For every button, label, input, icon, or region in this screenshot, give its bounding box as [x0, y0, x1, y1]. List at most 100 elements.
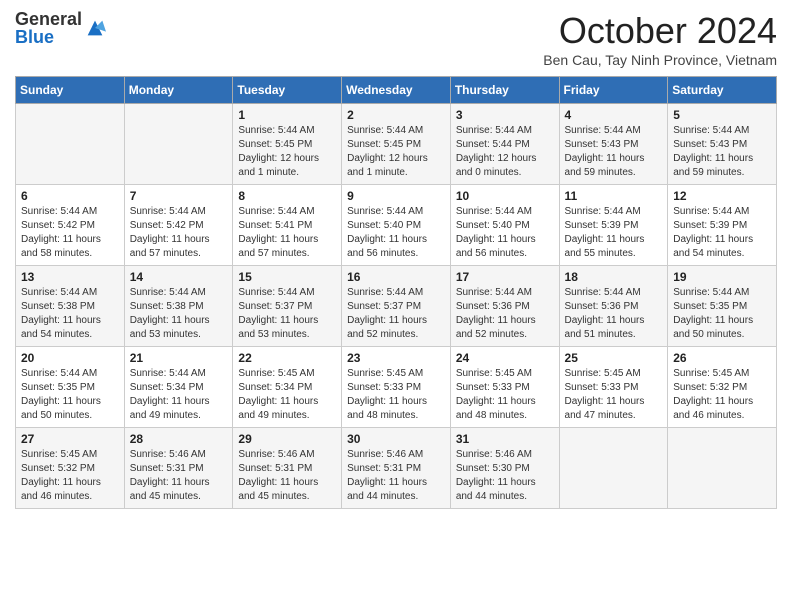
cell-content: Sunrise: 5:46 AM Sunset: 5:31 PM Dayligh… [238, 448, 336, 504]
day-number: 30 [347, 432, 445, 446]
calendar-cell: 29Sunrise: 5:46 AM Sunset: 5:31 PM Dayli… [233, 428, 342, 509]
day-number: 19 [673, 270, 771, 284]
cell-content: Sunrise: 5:44 AM Sunset: 5:43 PM Dayligh… [673, 124, 771, 180]
day-number: 31 [456, 432, 554, 446]
cell-content: Sunrise: 5:44 AM Sunset: 5:38 PM Dayligh… [130, 286, 228, 342]
calendar-cell: 22 Sunrise: 5:45 AM Sunset: 5:34 PM Dayli… [233, 347, 342, 428]
day-number: 23 [347, 351, 445, 365]
day-number: 6 [21, 189, 119, 203]
cell-content: Sunrise: 5:44 AM Sunset: 5:44 PM Dayligh… [456, 124, 554, 180]
day-number: 26 [673, 351, 771, 365]
day-number: 2 [347, 108, 445, 122]
calendar-cell: 31Sunrise: 5:46 AM Sunset: 5:30 PM Dayli… [450, 428, 559, 509]
calendar-cell: 2 Sunrise: 5:44 AM Sunset: 5:45 PM Daylig… [342, 104, 451, 185]
day-header-tuesday: Tuesday [233, 77, 342, 104]
cell-content: Sunrise: 5:44 AM Sunset: 5:37 PM Dayligh… [347, 286, 445, 342]
day-number: 17 [456, 270, 554, 284]
calendar-header-row: SundayMondayTuesdayWednesdayThursdayFrid… [16, 77, 777, 104]
calendar-cell: 30 Sunrise: 5:46 AM Sunset: 5:31 PM Dayli… [342, 428, 451, 509]
month-title: October 2024 [543, 10, 777, 52]
day-header-monday: Monday [124, 77, 233, 104]
logo-blue: Blue [15, 28, 82, 46]
day-number: 3 [456, 108, 554, 122]
day-number: 21 [130, 351, 228, 365]
cell-content: Sunrise: 5:44 AM Sunset: 5:42 PM Dayligh… [130, 205, 228, 261]
calendar-cell: 15 Sunrise: 5:44 AM Sunset: 5:37 PM Dayli… [233, 266, 342, 347]
calendar-cell: 17 Sunrise: 5:44 AM Sunset: 5:36 PM Dayli… [450, 266, 559, 347]
day-number: 18 [565, 270, 663, 284]
cell-content: Sunrise: 5:44 AM Sunset: 5:45 PM Dayligh… [347, 124, 445, 180]
cell-content: Sunrise: 5:44 AM Sunset: 5:41 PM Dayligh… [238, 205, 336, 261]
calendar-cell: 24 Sunrise: 5:45 AM Sunset: 5:33 PM Dayli… [450, 347, 559, 428]
day-number: 8 [238, 189, 336, 203]
calendar-cell [668, 428, 777, 509]
day-number: 9 [347, 189, 445, 203]
calendar-cell: 10 Sunrise: 5:44 AM Sunset: 5:40 PM Dayli… [450, 185, 559, 266]
calendar-cell: 21Sunrise: 5:44 AM Sunset: 5:34 PM Dayli… [124, 347, 233, 428]
day-number: 28 [130, 432, 228, 446]
day-number: 12 [673, 189, 771, 203]
cell-content: Sunrise: 5:44 AM Sunset: 5:37 PM Dayligh… [238, 286, 336, 342]
calendar-cell: 6 Sunrise: 5:44 AM Sunset: 5:42 PM Daylig… [16, 185, 125, 266]
cell-content: Sunrise: 5:44 AM Sunset: 5:36 PM Dayligh… [565, 286, 663, 342]
calendar-week-1: 1 Sunrise: 5:44 AM Sunset: 5:45 PM Daylig… [16, 104, 777, 185]
logo: General Blue [15, 10, 106, 46]
day-number: 20 [21, 351, 119, 365]
calendar-body: 1 Sunrise: 5:44 AM Sunset: 5:45 PM Daylig… [16, 104, 777, 509]
calendar-table: SundayMondayTuesdayWednesdayThursdayFrid… [15, 76, 777, 509]
day-number: 13 [21, 270, 119, 284]
logo-icon [84, 17, 106, 39]
cell-content: Sunrise: 5:44 AM Sunset: 5:39 PM Dayligh… [673, 205, 771, 261]
cell-content: Sunrise: 5:45 AM Sunset: 5:32 PM Dayligh… [21, 448, 119, 504]
day-number: 22 [238, 351, 336, 365]
cell-content: Sunrise: 5:46 AM Sunset: 5:31 PM Dayligh… [130, 448, 228, 504]
day-header-wednesday: Wednesday [342, 77, 451, 104]
calendar-cell: 12 Sunrise: 5:44 AM Sunset: 5:39 PM Dayli… [668, 185, 777, 266]
day-number: 5 [673, 108, 771, 122]
cell-content: Sunrise: 5:44 AM Sunset: 5:42 PM Dayligh… [21, 205, 119, 261]
day-header-thursday: Thursday [450, 77, 559, 104]
day-number: 10 [456, 189, 554, 203]
calendar-cell: 4Sunrise: 5:44 AM Sunset: 5:43 PM Daylig… [559, 104, 668, 185]
day-number: 27 [21, 432, 119, 446]
cell-content: Sunrise: 5:45 AM Sunset: 5:33 PM Dayligh… [456, 367, 554, 423]
cell-content: Sunrise: 5:45 AM Sunset: 5:34 PM Dayligh… [238, 367, 336, 423]
calendar-cell [16, 104, 125, 185]
cell-content: Sunrise: 5:45 AM Sunset: 5:33 PM Dayligh… [347, 367, 445, 423]
calendar-cell: 14 Sunrise: 5:44 AM Sunset: 5:38 PM Dayli… [124, 266, 233, 347]
calendar-cell: 18 Sunrise: 5:44 AM Sunset: 5:36 PM Dayli… [559, 266, 668, 347]
day-header-saturday: Saturday [668, 77, 777, 104]
cell-content: Sunrise: 5:44 AM Sunset: 5:39 PM Dayligh… [565, 205, 663, 261]
calendar-cell: 28 Sunrise: 5:46 AM Sunset: 5:31 PM Dayli… [124, 428, 233, 509]
day-number: 24 [456, 351, 554, 365]
cell-content: Sunrise: 5:44 AM Sunset: 5:36 PM Dayligh… [456, 286, 554, 342]
calendar-cell [124, 104, 233, 185]
title-block: October 2024 Ben Cau, Tay Ninh Province,… [543, 10, 777, 68]
calendar-cell: 27 Sunrise: 5:45 AM Sunset: 5:32 PM Dayli… [16, 428, 125, 509]
calendar-week-2: 6 Sunrise: 5:44 AM Sunset: 5:42 PM Daylig… [16, 185, 777, 266]
day-header-friday: Friday [559, 77, 668, 104]
day-number: 11 [565, 189, 663, 203]
calendar-week-5: 27 Sunrise: 5:45 AM Sunset: 5:32 PM Dayli… [16, 428, 777, 509]
day-number: 7 [130, 189, 228, 203]
calendar-cell: 11 Sunrise: 5:44 AM Sunset: 5:39 PM Dayli… [559, 185, 668, 266]
calendar-cell: 5 Sunrise: 5:44 AM Sunset: 5:43 PM Daylig… [668, 104, 777, 185]
calendar-cell: 7 Sunrise: 5:44 AM Sunset: 5:42 PM Daylig… [124, 185, 233, 266]
cell-content: Sunrise: 5:44 AM Sunset: 5:45 PM Dayligh… [238, 124, 336, 180]
day-number: 14 [130, 270, 228, 284]
day-number: 15 [238, 270, 336, 284]
calendar-cell: 16 Sunrise: 5:44 AM Sunset: 5:37 PM Dayli… [342, 266, 451, 347]
cell-content: Sunrise: 5:45 AM Sunset: 5:33 PM Dayligh… [565, 367, 663, 423]
day-number: 16 [347, 270, 445, 284]
calendar-cell: 23 Sunrise: 5:45 AM Sunset: 5:33 PM Dayli… [342, 347, 451, 428]
calendar-week-4: 20Sunrise: 5:44 AM Sunset: 5:35 PM Dayli… [16, 347, 777, 428]
cell-content: Sunrise: 5:44 AM Sunset: 5:40 PM Dayligh… [347, 205, 445, 261]
calendar-cell: 25Sunrise: 5:45 AM Sunset: 5:33 PM Dayli… [559, 347, 668, 428]
calendar-cell: 1 Sunrise: 5:44 AM Sunset: 5:45 PM Daylig… [233, 104, 342, 185]
cell-content: Sunrise: 5:44 AM Sunset: 5:35 PM Dayligh… [673, 286, 771, 342]
cell-content: Sunrise: 5:44 AM Sunset: 5:40 PM Dayligh… [456, 205, 554, 261]
cell-content: Sunrise: 5:45 AM Sunset: 5:32 PM Dayligh… [673, 367, 771, 423]
day-number: 1 [238, 108, 336, 122]
calendar-cell [559, 428, 668, 509]
cell-content: Sunrise: 5:46 AM Sunset: 5:31 PM Dayligh… [347, 448, 445, 504]
